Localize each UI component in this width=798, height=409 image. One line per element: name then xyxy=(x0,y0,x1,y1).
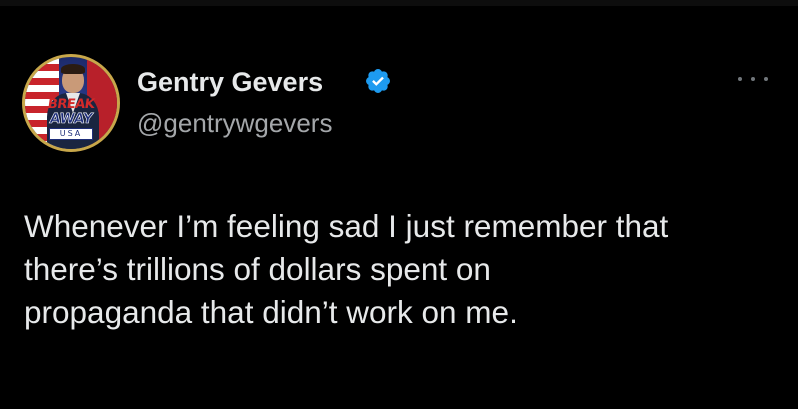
tweet-text-line: there’s trillions of dollars spent on xyxy=(24,251,491,287)
avatar-logo-mid-text: AWAY xyxy=(48,111,94,128)
verified-badge-icon[interactable] xyxy=(364,67,392,95)
tweet-text: Whenever I’m feeling sad I just remember… xyxy=(24,205,784,334)
user-handle[interactable]: @gentrywgevers xyxy=(137,107,332,139)
avatar-hair xyxy=(61,64,85,74)
more-horizontal-icon xyxy=(738,77,742,81)
avatar[interactable]: BREAK AWAY USA xyxy=(22,54,120,152)
top-divider xyxy=(0,0,798,6)
avatar-logo-bottom-text: USA xyxy=(49,128,93,140)
more-horizontal-icon xyxy=(751,77,755,81)
more-horizontal-icon xyxy=(764,77,768,81)
tweet-text-line: propaganda that didn’t work on me. xyxy=(24,294,518,330)
display-name[interactable]: Gentry Gevers xyxy=(137,66,323,98)
more-options-button[interactable] xyxy=(738,72,768,86)
tweet-text-line: Whenever I’m feeling sad I just remember… xyxy=(24,208,669,244)
avatar-logo-top-text: BREAK xyxy=(46,97,96,112)
tweet-card: BREAK AWAY USA Gentry Gevers @gentrywgev… xyxy=(0,0,798,409)
